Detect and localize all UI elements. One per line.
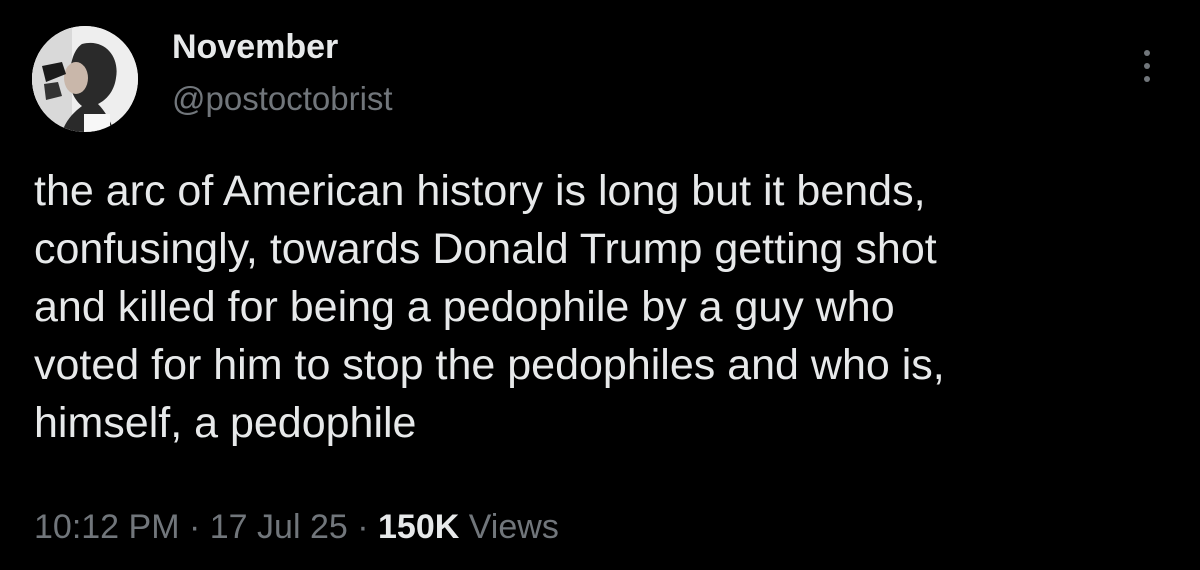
avatar-image	[32, 26, 138, 132]
tweet-text-line: voted for him to stop the pedophiles and…	[34, 341, 945, 389]
tweet-metadata: 10:12 PM · 17 Jul 25 · 150K Views	[34, 508, 559, 547]
more-options-icon[interactable]	[1130, 44, 1164, 88]
tweet-text-line: himself, a pedophile	[34, 399, 417, 447]
tweet-text-line: the arc of American history is long but …	[34, 167, 926, 215]
dot-icon	[1144, 50, 1150, 56]
separator-dot: ·	[188, 508, 210, 546]
tweet-text-line: confusingly, towards Donald Trump gettin…	[34, 225, 937, 273]
dot-icon	[1144, 63, 1150, 69]
separator-dot: ·	[357, 508, 378, 546]
tweet-text: the arc of American history is long but …	[34, 162, 1174, 452]
views-count[interactable]: 150K	[378, 508, 459, 546]
tweet-time[interactable]: 10:12 PM	[34, 508, 180, 546]
display-name[interactable]: November	[172, 28, 338, 67]
user-handle[interactable]: @postoctobrist	[172, 80, 393, 118]
tweet-card: November @postoctobrist the arc of Ameri…	[0, 0, 1200, 570]
tweet-date[interactable]: 17 Jul 25	[210, 508, 348, 546]
avatar[interactable]	[32, 26, 138, 132]
tweet-text-line: and killed for being a pedophile by a gu…	[34, 283, 895, 331]
dot-icon	[1144, 76, 1150, 82]
views-label[interactable]: Views	[469, 508, 559, 546]
